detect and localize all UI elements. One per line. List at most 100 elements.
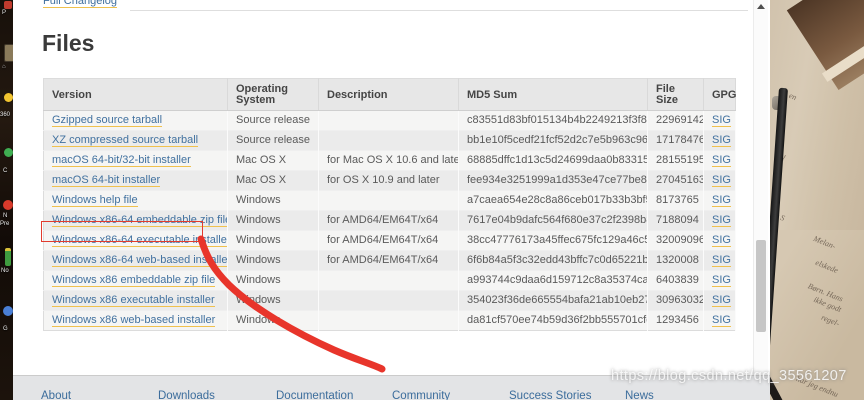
- gpg-sig-link[interactable]: SIG: [712, 234, 731, 247]
- table-header-row: Version Operating System Description MD5…: [44, 79, 736, 111]
- version-link[interactable]: Windows x86 embeddable zip file: [52, 274, 215, 287]
- footer-link-news[interactable]: News: [625, 390, 654, 400]
- table-row: Windows x86 web-based installer Windows da…: [44, 311, 736, 331]
- filesize-text: 6403839: [656, 274, 699, 286]
- filesize-text: 22969142: [656, 114, 704, 126]
- table-row: Windows help file Windows a7caea654e28c8a8…: [44, 191, 736, 211]
- description-text: for AMD64/EM64T/x64: [327, 254, 438, 266]
- table-row: Windows x86-64 executable installer Windo…: [44, 231, 736, 251]
- footer-link-success-stories[interactable]: Success Stories: [509, 390, 591, 400]
- desktop-file-icon[interactable]: [4, 44, 13, 62]
- filesize-text: 17178476: [656, 134, 704, 146]
- os-text: Windows: [236, 254, 281, 266]
- md5-text: bb1e10f5cedf21fcf52d2c7e5b963c96: [467, 134, 648, 146]
- os-text: Windows: [236, 214, 281, 226]
- desktop-icon-label: G: [3, 326, 8, 333]
- gpg-sig-link[interactable]: SIG: [712, 134, 731, 147]
- files-table: Version Operating System Description MD5…: [43, 78, 736, 331]
- md5-text: a7caea654e28c8a86ceb017b33b3bf53: [467, 194, 648, 206]
- version-link[interactable]: Windows x86-64 executable installer: [52, 234, 228, 247]
- full-changelog-link[interactable]: Full Changelog: [43, 0, 117, 8]
- filesize-text: 8173765: [656, 194, 699, 206]
- gpg-sig-link[interactable]: SIG: [712, 314, 731, 327]
- gpg-sig-link[interactable]: SIG: [712, 114, 731, 127]
- divider: [130, 10, 748, 11]
- filesize-text: 1320008: [656, 254, 699, 266]
- scroll-up-arrow-icon[interactable]: [757, 4, 765, 9]
- 360-browser-icon[interactable]: [4, 93, 13, 102]
- os-text: Mac OS X: [236, 174, 286, 186]
- md5-text: fee934e3251999a1d353e47ce77be84a: [467, 174, 648, 186]
- gpg-sig-link[interactable]: SIG: [712, 274, 731, 287]
- version-link[interactable]: Windows x86 executable installer: [52, 294, 215, 307]
- desktop-icon-label: P: [2, 10, 6, 17]
- footer-link-documentation[interactable]: Documentation: [276, 390, 353, 400]
- desktop-icon-label: C: [3, 168, 7, 175]
- gpg-sig-link[interactable]: SIG: [712, 154, 731, 167]
- os-text: Windows: [236, 234, 281, 246]
- filesize-text: 28155195: [656, 154, 704, 166]
- files-table-body: Gzipped source tarballSource releasec835…: [44, 111, 736, 331]
- col-header-md5: MD5 Sum: [459, 79, 648, 111]
- desktop-icon-label: 360: [0, 112, 10, 119]
- desktop-icon-label: N: [3, 213, 7, 220]
- version-link[interactable]: Gzipped source tarball: [52, 114, 162, 127]
- desktop-icon-strip: P ⌂ 360 C N Pre No G: [0, 0, 13, 400]
- table-row: Windows x86-64 web-based installer Window…: [44, 251, 736, 271]
- table-row: Windows x86-64 embeddable zip file Window…: [44, 211, 736, 231]
- version-link[interactable]: XZ compressed source tarball: [52, 134, 198, 147]
- browser-page-python-downloads: Full Changelog Files Version Operating S…: [13, 0, 770, 400]
- blue-app-icon[interactable]: [3, 306, 13, 316]
- col-header-filesize: File Size: [648, 79, 704, 111]
- col-header-gpg: GPG: [704, 79, 736, 111]
- table-row: Windows x86 executable installerWindows3…: [44, 291, 736, 311]
- scrollbar-thumb[interactable]: [756, 240, 766, 332]
- version-link[interactable]: Windows x86 web-based installer: [52, 314, 215, 327]
- green-app-icon[interactable]: [4, 148, 13, 157]
- home-icon: ⌂: [2, 64, 6, 71]
- col-header-desc: Description: [319, 79, 459, 111]
- screen: { "page": { "top_link": "Full Changelog"…: [0, 0, 864, 400]
- footer-link-downloads[interactable]: Downloads: [158, 390, 215, 400]
- gpg-sig-link[interactable]: SIG: [712, 214, 731, 227]
- version-link[interactable]: Windows x86-64 embeddable zip file: [52, 214, 228, 227]
- desktop-app-icon[interactable]: [4, 1, 12, 9]
- table-row: Gzipped source tarballSource releasec835…: [44, 111, 736, 131]
- gpg-sig-link[interactable]: SIG: [712, 294, 731, 307]
- filesize-text: 30963032: [656, 294, 704, 306]
- gpg-sig-link[interactable]: SIG: [712, 194, 731, 207]
- description-text: for Mac OS X 10.6 and later: [327, 154, 459, 166]
- filesize-text: 27045163: [656, 174, 704, 186]
- vertical-scrollbar[interactable]: [753, 0, 768, 400]
- description-text: for AMD64/EM64T/x64: [327, 234, 438, 246]
- filesize-text: 7188094: [656, 214, 699, 226]
- os-text: Windows: [236, 194, 281, 206]
- md5-text: da81cf570ee74b59d36f2bb555701cfd: [467, 314, 648, 326]
- version-link[interactable]: macOS 64-bit installer: [52, 174, 160, 187]
- version-link[interactable]: Windows help file: [52, 194, 138, 207]
- version-link[interactable]: macOS 64-bit/32-bit installer: [52, 154, 191, 167]
- desktop-icon-label: Pre: [0, 221, 9, 228]
- md5-text: 68885dffc1d13c5d24699daa0b83315f: [467, 154, 648, 166]
- desktop-wallpaper-book-photo: en nol ve et S Melan- elskede Børn. Hans…: [755, 0, 864, 400]
- notepad-icon[interactable]: [5, 248, 11, 266]
- table-row: macOS 64-bit installerMac OS Xfor OS X 1…: [44, 171, 736, 191]
- red-app-icon[interactable]: [3, 200, 13, 210]
- md5-text: c83551d83bf015134b4b2249213f3f85: [467, 114, 648, 126]
- gpg-sig-link[interactable]: SIG: [712, 174, 731, 187]
- footer-link-about[interactable]: About: [41, 390, 71, 400]
- files-heading: Files: [42, 30, 94, 57]
- os-text: Windows: [236, 274, 281, 286]
- table-row: macOS 64-bit/32-bit installer Mac OS X for…: [44, 151, 736, 171]
- version-link[interactable]: Windows x86-64 web-based installer: [52, 254, 228, 267]
- footer-link-community[interactable]: Community: [392, 390, 450, 400]
- os-text: Mac OS X: [236, 154, 286, 166]
- os-text: Windows: [236, 314, 281, 326]
- md5-text: 354023f36de665554bafa21ab10eb27b: [467, 294, 648, 306]
- md5-text: a993744c9daa6d159712c8a35374ca9c: [467, 274, 648, 286]
- book-text: en: [788, 91, 798, 102]
- table-row: Windows x86 embeddable zip file Windows a9…: [44, 271, 736, 291]
- md5-text: 6f6b84a5f3c32edd43bffc7c0d65221b: [467, 254, 648, 266]
- col-header-os: Operating System: [228, 79, 319, 111]
- gpg-sig-link[interactable]: SIG: [712, 254, 731, 267]
